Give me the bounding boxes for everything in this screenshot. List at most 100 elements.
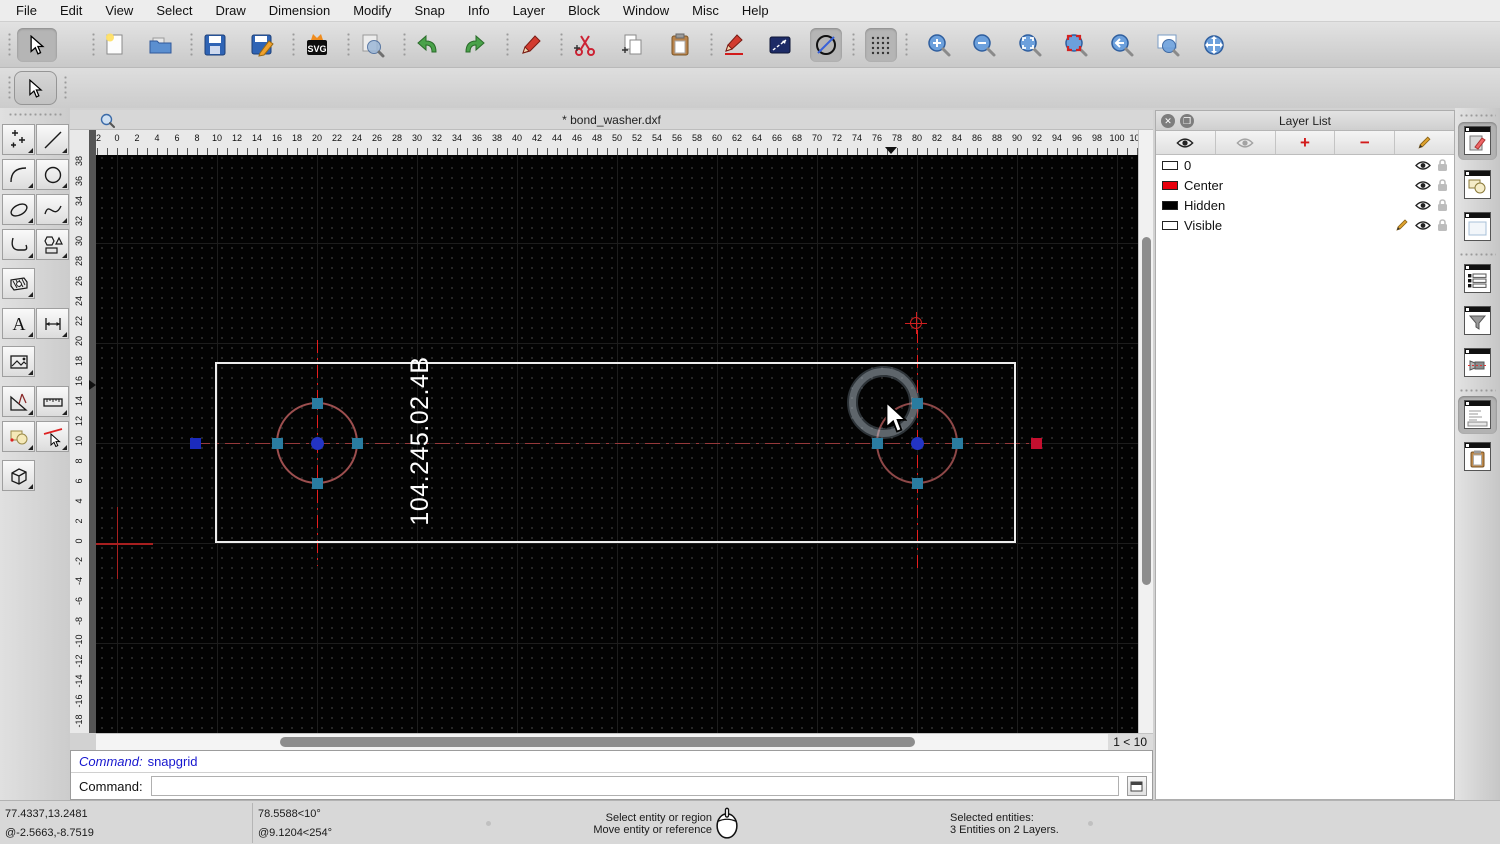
- new-file-button[interactable]: [99, 28, 131, 62]
- menu-draw[interactable]: Draw: [215, 3, 245, 18]
- ruler-tool-button[interactable]: [36, 386, 69, 417]
- point-tool-button[interactable]: [2, 124, 35, 155]
- handle-right-circle-s[interactable]: [911, 477, 923, 489]
- horizontal-scrollbar-track[interactable]: [96, 734, 1108, 750]
- menu-window[interactable]: Window: [623, 3, 669, 18]
- layer-visibility-icon[interactable]: [1415, 180, 1431, 191]
- menu-block[interactable]: Block: [568, 3, 600, 18]
- handle-left-circle-s[interactable]: [311, 477, 323, 489]
- text-tool-button[interactable]: A: [2, 308, 35, 339]
- polyline-tool-button[interactable]: [2, 229, 35, 260]
- centerline-handle-right[interactable]: [1030, 437, 1042, 449]
- undo-button[interactable]: [412, 28, 444, 62]
- circle-tool-button[interactable]: [36, 159, 69, 190]
- zoom-in-button[interactable]: [923, 28, 955, 62]
- paste-button[interactable]: [664, 28, 696, 62]
- layer-visibility-icon[interactable]: [1415, 160, 1431, 171]
- menu-edit[interactable]: Edit: [60, 3, 82, 18]
- spline-tool-button[interactable]: [36, 194, 69, 225]
- cut-button[interactable]: [569, 28, 601, 62]
- menu-select[interactable]: Select: [156, 3, 192, 18]
- arc-tool-button[interactable]: [2, 159, 35, 190]
- polygon-tool-button[interactable]: [36, 229, 69, 260]
- snap-grid-toggle-button[interactable]: [865, 28, 897, 62]
- menu-misc[interactable]: Misc: [692, 3, 719, 18]
- layer-row-visible[interactable]: Visible: [1156, 215, 1454, 235]
- layer-color-swatch[interactable]: [1162, 180, 1178, 190]
- menu-modify[interactable]: Modify: [353, 3, 391, 18]
- layer-list-dock-button[interactable]: [1458, 122, 1497, 160]
- selection-tool-button[interactable]: [14, 71, 57, 105]
- menu-view[interactable]: View: [105, 3, 133, 18]
- command-input[interactable]: [150, 776, 1119, 796]
- line-tool-button[interactable]: [36, 124, 69, 155]
- handle-left-circle-n[interactable]: [311, 397, 323, 409]
- horizontal-scrollbar-thumb[interactable]: [280, 737, 915, 747]
- layer-lock-icon[interactable]: [1437, 218, 1448, 232]
- command-options-button[interactable]: [1126, 776, 1147, 796]
- menu-info[interactable]: Info: [468, 3, 490, 18]
- horizontal-scrollbar[interactable]: 1 < 10: [96, 733, 1153, 750]
- layer-lock-icon[interactable]: [1437, 198, 1448, 212]
- part-number-label[interactable]: 104.245.02.4B: [406, 346, 436, 536]
- menu-dimension[interactable]: Dimension: [269, 3, 330, 18]
- layer-color-swatch[interactable]: [1162, 160, 1178, 170]
- handle-left-circle-w[interactable]: [271, 437, 283, 449]
- zoom-window-button[interactable]: [1152, 28, 1184, 62]
- zoom-selection-button[interactable]: [1060, 28, 1092, 62]
- hatch-tool-button[interactable]: [2, 268, 35, 299]
- drawing-canvas[interactable]: 104.245.02.4B: [96, 155, 1138, 733]
- palette-handle[interactable]: [8, 113, 62, 116]
- handle-left-circle-e[interactable]: [351, 437, 363, 449]
- add-layer-button[interactable]: +: [1275, 131, 1336, 154]
- remove-layer-button[interactable]: −: [1335, 131, 1396, 154]
- layer-visibility-icon[interactable]: [1415, 200, 1431, 211]
- property-editor-dock-button[interactable]: [1458, 260, 1497, 298]
- handle-right-circle-e[interactable]: [951, 437, 963, 449]
- deselect-tool-button[interactable]: [36, 421, 69, 452]
- layer-visibility-icon[interactable]: [1415, 220, 1431, 231]
- left-circle-center-point[interactable]: [310, 436, 324, 450]
- block-tool-button[interactable]: [2, 421, 35, 452]
- layer-color-swatch[interactable]: [1162, 200, 1178, 210]
- print-preview-button[interactable]: [356, 28, 388, 62]
- strip-handle[interactable]: [1459, 114, 1496, 117]
- layer-lock-icon[interactable]: [1437, 178, 1448, 192]
- save-button[interactable]: [199, 28, 231, 62]
- solid-tool-button[interactable]: [2, 460, 35, 491]
- menu-snap[interactable]: Snap: [415, 3, 445, 18]
- select-arrow-button[interactable]: [17, 28, 57, 62]
- menu-layer[interactable]: Layer: [513, 3, 546, 18]
- ellipse-tool-button[interactable]: [2, 194, 35, 225]
- library-browser-dock-button[interactable]: [1458, 208, 1497, 246]
- zoom-auto-button[interactable]: [1014, 28, 1046, 62]
- block-list-dock-button[interactable]: [1458, 166, 1497, 204]
- svg-export-button[interactable]: SVG: [301, 28, 333, 62]
- vertical-scrollbar[interactable]: [1138, 130, 1153, 733]
- edit-pen-button[interactable]: [515, 28, 547, 62]
- float-panel-icon[interactable]: ❐: [1180, 114, 1194, 128]
- edit-layer-button[interactable]: [1395, 131, 1454, 154]
- layer-color-swatch[interactable]: [1162, 220, 1178, 230]
- measure-tool-button[interactable]: [2, 386, 35, 417]
- close-panel-icon[interactable]: ✕: [1161, 114, 1175, 128]
- line-properties-button[interactable]: [764, 28, 796, 62]
- open-file-button[interactable]: [145, 28, 177, 62]
- menu-file[interactable]: File: [16, 3, 37, 18]
- draft-mode-toggle-button[interactable]: [810, 28, 842, 62]
- handle-right-circle-w[interactable]: [871, 437, 883, 449]
- redo-button[interactable]: [458, 28, 490, 62]
- right-circle-center-point[interactable]: [910, 436, 924, 450]
- dimension-tool-button[interactable]: [36, 308, 69, 339]
- zoom-pan-button[interactable]: [1198, 28, 1230, 62]
- hide-all-layers-button[interactable]: [1215, 131, 1276, 154]
- layer-row-center[interactable]: Center: [1156, 175, 1454, 195]
- layer-lock-icon[interactable]: [1437, 158, 1448, 172]
- handle-right-circle-n[interactable]: [911, 397, 923, 409]
- copy-button[interactable]: [617, 28, 649, 62]
- centerline-handle-left[interactable]: [189, 437, 201, 449]
- draw-pen-button[interactable]: [718, 28, 750, 62]
- viewport-dock-button[interactable]: [1458, 344, 1497, 382]
- clipboard-dock-button[interactable]: [1458, 438, 1497, 476]
- selection-filter-dock-button[interactable]: [1458, 302, 1497, 340]
